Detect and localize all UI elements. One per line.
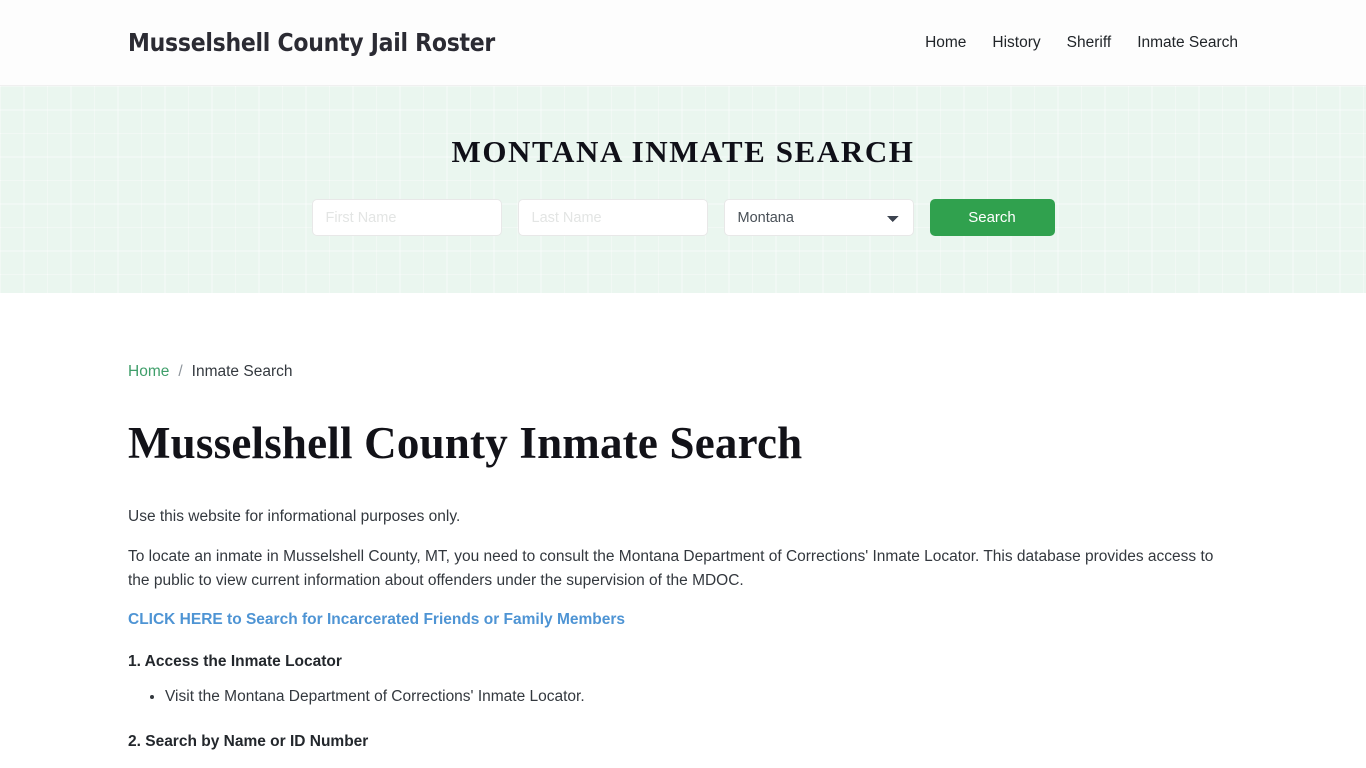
hero-search-banner: MONTANA INMATE SEARCH Montana Search xyxy=(0,86,1366,293)
hero-title: MONTANA INMATE SEARCH xyxy=(451,134,915,169)
breadcrumb: Home / Inmate Search xyxy=(128,293,1238,381)
inmate-search-form: Montana Search xyxy=(311,199,1055,236)
main-content: Home / Inmate Search Musselshell County … xyxy=(0,293,1366,751)
breadcrumb-separator: / xyxy=(178,363,183,380)
step-1-list: Visit the Montana Department of Correcti… xyxy=(128,685,1238,709)
nav-item-home[interactable]: Home xyxy=(925,34,966,52)
step-2-heading: 2. Search by Name or ID Number xyxy=(128,733,369,750)
nav-item-inmate-search[interactable]: Inmate Search xyxy=(1137,34,1238,52)
nav-item-sheriff[interactable]: Sheriff xyxy=(1067,34,1112,52)
state-select[interactable]: Montana xyxy=(723,199,914,236)
site-title[interactable]: Musselshell County Jail Roster xyxy=(128,28,495,57)
list-item: Visit the Montana Department of Correcti… xyxy=(165,685,1238,709)
main-navigation: Home History Sheriff Inmate Search xyxy=(925,34,1238,52)
intro-paragraph: Use this website for informational purpo… xyxy=(128,508,461,525)
page-title: Musselshell County Inmate Search xyxy=(128,418,803,468)
site-header: Musselshell County Jail Roster Home Hist… xyxy=(0,0,1366,86)
nav-item-history[interactable]: History xyxy=(992,34,1040,52)
step-1-heading: 1. Access the Inmate Locator xyxy=(128,653,342,670)
search-button[interactable]: Search xyxy=(929,199,1055,236)
breadcrumb-link-home[interactable]: Home xyxy=(128,363,169,381)
first-name-input[interactable] xyxy=(311,199,502,236)
inmate-search-cta-link[interactable]: CLICK HERE to Search for Incarcerated Fr… xyxy=(128,611,625,629)
breadcrumb-current: Inmate Search xyxy=(191,363,293,380)
last-name-input[interactable] xyxy=(517,199,708,236)
description-paragraph: To locate an inmate in Musselshell Count… xyxy=(128,548,1214,589)
